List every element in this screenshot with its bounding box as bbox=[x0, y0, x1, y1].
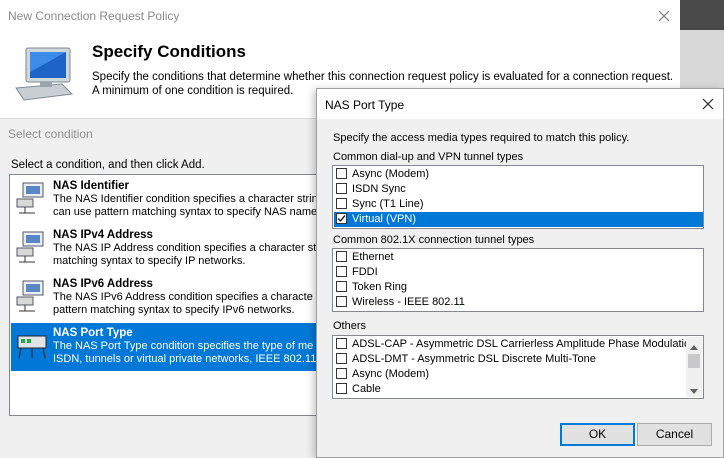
port-type-label: Token Ring bbox=[352, 281, 408, 293]
checkbox[interactable] bbox=[336, 168, 347, 179]
checkbox[interactable] bbox=[336, 183, 347, 194]
port-type-label: Ethernet bbox=[352, 251, 394, 263]
scroll-down-arrow-icon[interactable] bbox=[690, 385, 698, 397]
nas-device-icon bbox=[15, 279, 49, 316]
port-type-label: Virtual (VPN) bbox=[352, 213, 416, 225]
port-type-item[interactable]: Wireless - IEEE 802.11 bbox=[334, 295, 703, 310]
checkbox-check-icon bbox=[337, 215, 346, 223]
close-icon[interactable] bbox=[652, 4, 676, 28]
computer-icon bbox=[12, 42, 78, 109]
port-type-label: Async (Modem) bbox=[352, 168, 430, 180]
window-title: New Connection Request Policy bbox=[8, 9, 180, 23]
checkbox[interactable] bbox=[336, 281, 347, 292]
8021x-type-list[interactable]: Ethernet FDDI Token Ring Wireless - IEEE… bbox=[332, 248, 704, 312]
window-titlebar[interactable]: New Connection Request Policy bbox=[0, 0, 680, 32]
condition-name: NAS IPv4 Address bbox=[53, 229, 153, 241]
port-type-item[interactable]: Ethernet bbox=[334, 250, 703, 265]
page-title: Specify Conditions bbox=[92, 42, 246, 61]
port-type-item[interactable]: Sync (T1 Line) bbox=[334, 197, 703, 212]
port-type-item[interactable]: ISDN Sync bbox=[334, 182, 703, 197]
nas-device-icon bbox=[15, 181, 49, 218]
condition-item-nas-port-type[interactable]: NAS Port Type The NAS Port Type conditio… bbox=[11, 323, 340, 371]
condition-item-nas-ipv6-address[interactable]: NAS IPv6 Address The NAS IPv6 Address co… bbox=[11, 274, 340, 322]
nas-device-icon bbox=[15, 230, 49, 267]
scrollbar-thumb[interactable] bbox=[688, 354, 700, 368]
condition-description: The NAS Identifier condition specifies a… bbox=[53, 193, 323, 218]
checkbox-checked[interactable] bbox=[336, 213, 347, 224]
condition-item-nas-identifier[interactable]: NAS Identifier The NAS Identifier condit… bbox=[11, 176, 340, 224]
group-label-dialup-vpn: Common dial-up and VPN tunnel types bbox=[333, 151, 524, 163]
scroll-up-arrow-icon[interactable] bbox=[690, 341, 698, 353]
port-type-label: ADSL-CAP - Asymmetric DSL Carrierless Am… bbox=[352, 338, 697, 350]
others-type-list[interactable]: ADSL-CAP - Asymmetric DSL Carrierless Am… bbox=[332, 335, 704, 399]
port-type-item-virtual-vpn[interactable]: Virtual (VPN) bbox=[334, 212, 703, 227]
condition-description: The NAS Port Type condition specifies th… bbox=[53, 340, 317, 365]
checkbox[interactable] bbox=[336, 353, 347, 364]
port-type-item[interactable]: ADSL-CAP - Asymmetric DSL Carrierless Am… bbox=[334, 337, 696, 352]
port-type-label: ISDN Sync bbox=[352, 183, 406, 195]
checkbox[interactable] bbox=[336, 383, 347, 394]
dialog-description: Specify the access media types required … bbox=[333, 132, 630, 144]
condition-name: NAS Identifier bbox=[53, 180, 130, 192]
port-type-item[interactable]: ADSL-DMT - Asymmetric DSL Discrete Multi… bbox=[334, 352, 685, 367]
port-type-item[interactable]: Cable bbox=[334, 382, 685, 397]
checkbox[interactable] bbox=[336, 251, 347, 262]
condition-item-nas-ipv4-address[interactable]: NAS IPv4 Address The NAS IP Address cond… bbox=[11, 225, 340, 273]
list-hint: Select a condition, and then click Add. bbox=[11, 159, 205, 171]
condition-name: NAS Port Type bbox=[53, 327, 133, 339]
close-icon[interactable] bbox=[700, 96, 716, 112]
condition-name: NAS IPv6 Address bbox=[53, 278, 153, 290]
group-label-8021x: Common 802.1X connection tunnel types bbox=[333, 234, 535, 246]
port-type-item[interactable]: Async (Modem) bbox=[334, 167, 703, 182]
condition-description: The NAS IPv6 Address condition specifies… bbox=[53, 291, 313, 316]
cancel-button[interactable]: Cancel bbox=[637, 423, 712, 446]
group-label-others: Others bbox=[333, 320, 367, 332]
section-label: Select condition bbox=[8, 127, 93, 141]
vertical-scrollbar[interactable] bbox=[686, 337, 702, 397]
dialog-title: NAS Port Type bbox=[325, 98, 405, 112]
port-type-item[interactable]: Async (Modem) bbox=[334, 367, 685, 382]
condition-description: The NAS IP Address condition specifies a… bbox=[53, 242, 317, 267]
port-type-label: Wireless - IEEE 802.11 bbox=[352, 296, 465, 308]
dialog-titlebar[interactable]: NAS Port Type bbox=[317, 89, 723, 119]
checkbox[interactable] bbox=[336, 338, 347, 349]
checkbox[interactable] bbox=[336, 266, 347, 277]
port-type-item[interactable]: Token Ring bbox=[334, 280, 703, 295]
condition-list[interactable]: NAS Identifier The NAS Identifier condit… bbox=[9, 174, 341, 416]
checkbox[interactable] bbox=[336, 296, 347, 307]
port-type-label: Cable bbox=[352, 383, 381, 395]
nas-port-type-dialog: NAS Port Type Specify the access media t… bbox=[316, 88, 724, 458]
port-type-label: Sync (T1 Line) bbox=[352, 198, 424, 210]
dialup-vpn-type-list[interactable]: Async (Modem) ISDN Sync Sync (T1 Line) V… bbox=[332, 165, 704, 229]
checkbox[interactable] bbox=[336, 368, 347, 379]
checkbox[interactable] bbox=[336, 198, 347, 209]
port-type-label: FDDI bbox=[352, 266, 378, 278]
port-type-label: ADSL-DMT - Asymmetric DSL Discrete Multi… bbox=[352, 353, 596, 365]
port-type-label: Async (Modem) bbox=[352, 368, 430, 380]
port-type-item[interactable]: FDDI bbox=[334, 265, 703, 280]
background-window-edge bbox=[680, 0, 724, 90]
nas-device-icon bbox=[15, 328, 49, 365]
ok-button[interactable]: OK bbox=[560, 423, 635, 446]
